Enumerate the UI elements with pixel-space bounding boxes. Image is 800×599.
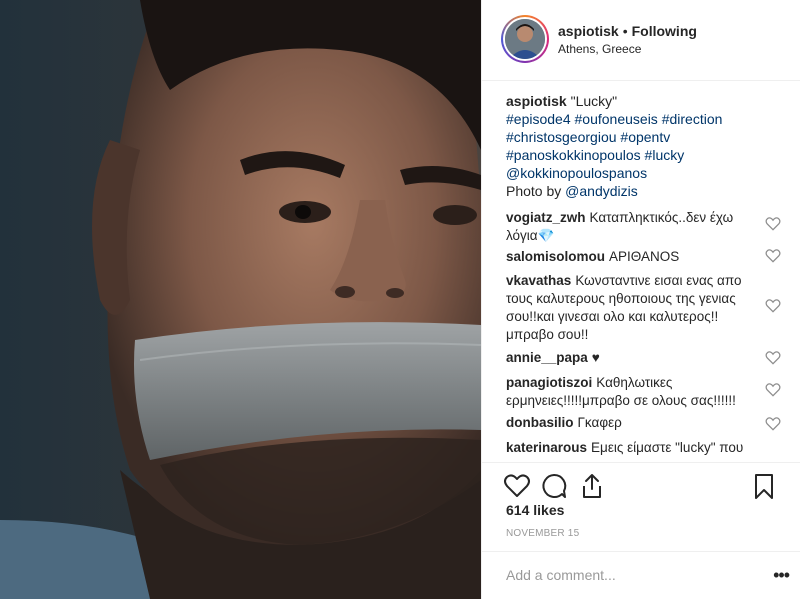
comment-username[interactable]: donbasilio xyxy=(506,415,574,430)
caption-title: "Lucky" xyxy=(570,93,618,109)
hashtag-link[interactable]: #christosgeorgiou xyxy=(506,129,617,145)
caption-username[interactable]: aspiotisk xyxy=(506,93,567,109)
post-date: NOVEMBER 15 xyxy=(506,528,580,539)
hashtag-link[interactable]: #episode4 xyxy=(506,111,571,127)
comment-username[interactable]: panagiotiszoi xyxy=(506,375,592,390)
comment-item: vkavathas Κωνσταντινε εισαι ενας απο τους… xyxy=(506,272,746,344)
comment-item: katerinarous Εμεις είμαστε "lucky" που xyxy=(506,439,746,457)
comment-item: vogiatz_zwh Καταπληκτικός..δεν έχω λόγια💎 xyxy=(506,209,746,245)
comment-like-heart-icon[interactable] xyxy=(765,249,781,263)
avatar[interactable] xyxy=(505,19,545,59)
header-separator: • xyxy=(622,23,628,39)
more-options-button[interactable]: ••• xyxy=(773,566,790,584)
add-comment-input[interactable] xyxy=(506,564,756,586)
comment-bubble-icon[interactable] xyxy=(540,472,568,500)
comment-like-heart-icon[interactable] xyxy=(765,351,781,365)
photo-illustration xyxy=(0,0,481,599)
hashtag-link[interactable]: #opentv xyxy=(620,129,670,145)
header-username[interactable]: aspiotisk xyxy=(558,23,619,39)
add-comment-section: ••• xyxy=(482,551,800,599)
hashtag-link[interactable]: #direction xyxy=(662,111,723,127)
post-header: aspiotisk • Following Athens, Greece xyxy=(482,0,800,81)
like-count[interactable]: 614 likes xyxy=(506,502,564,518)
share-upload-icon[interactable] xyxy=(578,472,606,500)
comment-item: annie__papa ♥ xyxy=(506,349,746,367)
hashtag-link[interactable]: #lucky xyxy=(645,147,685,163)
comment-text: ΑΡΙΘΑΝΟS xyxy=(609,249,680,264)
comment-text: Γκαφερ xyxy=(577,415,622,430)
photo-credit-prefix: Photo by xyxy=(506,183,562,199)
comment-username[interactable]: vogiatz_zwh xyxy=(506,210,586,225)
comment-like-heart-icon[interactable] xyxy=(765,299,781,313)
mention-link[interactable]: @kokkinopoulospanos xyxy=(506,165,647,181)
comment-username[interactable]: annie__papa xyxy=(506,350,588,365)
instagram-post-modal: aspiotisk • Following Athens, Greece aspio… xyxy=(0,0,800,599)
comment-text: ♥ xyxy=(591,350,600,365)
heart-outline-icon[interactable] xyxy=(503,472,531,500)
comment-like-heart-icon[interactable] xyxy=(765,217,781,231)
hashtag-link[interactable]: #oufoneuseis xyxy=(575,111,658,127)
post-side-panel: aspiotisk • Following Athens, Greece aspio… xyxy=(481,0,800,599)
comment-username[interactable]: katerinarous xyxy=(506,440,587,455)
follow-status-button[interactable]: Following xyxy=(632,23,697,39)
comment-like-heart-icon[interactable] xyxy=(765,383,781,397)
comment-item: donbasilio Γκαφερ xyxy=(506,414,746,432)
photo-credit-link[interactable]: @andydizis xyxy=(565,183,638,199)
bookmark-icon[interactable] xyxy=(750,472,778,500)
header-user-line: aspiotisk • Following xyxy=(558,22,697,40)
comment-item: salomisolomou ΑΡΙΘΑΝΟS xyxy=(506,248,746,266)
post-photo[interactable] xyxy=(0,0,481,599)
comment-username[interactable]: salomisolomou xyxy=(506,249,605,264)
comment-item: panagiotiszoi Καθηλωτικες ερμηνειες!!!!!μ… xyxy=(506,374,746,410)
comment-text: Εμεις είμαστε "lucky" που xyxy=(591,440,744,455)
avatar-image xyxy=(505,19,545,59)
comment-username[interactable]: vkavathas xyxy=(506,273,571,288)
post-caption: aspiotisk "Lucky" #episode4 #oufoneuseis… xyxy=(506,92,746,200)
hashtag-link[interactable]: #panoskokkinopoulos xyxy=(506,147,641,163)
location-link[interactable]: Athens, Greece xyxy=(558,42,641,56)
story-ring[interactable] xyxy=(501,15,549,63)
comment-like-heart-icon[interactable] xyxy=(765,417,781,431)
comments-list[interactable]: aspiotisk "Lucky" #episode4 #oufoneuseis… xyxy=(482,81,800,462)
